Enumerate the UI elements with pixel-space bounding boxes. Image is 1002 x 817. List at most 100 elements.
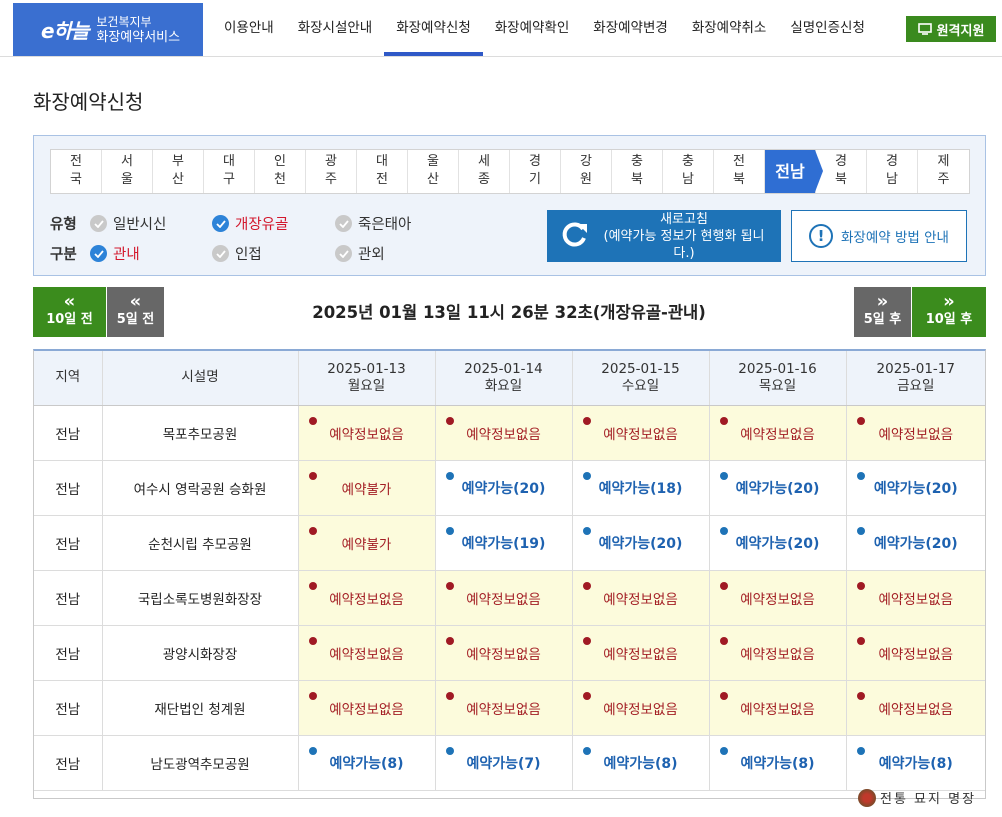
region-tab[interactable]: 제주	[918, 150, 969, 193]
region-tab[interactable]: 전국	[51, 150, 102, 193]
next-5-days-button[interactable]: » 5일 후	[854, 287, 911, 337]
region-tab[interactable]: 서울	[102, 150, 153, 193]
unavailable-slot-cell: 예약정보없음	[846, 405, 985, 461]
double-right-icon: »	[943, 291, 955, 312]
slot-status: 예약정보없음	[329, 426, 404, 443]
next-10-label: 10일 후	[925, 312, 973, 327]
table-row: 전남 여수시 영락공원 승화원 예약불가 예약가능(20) 예약가능(18) 예약가능(2…	[34, 460, 985, 516]
watermark-text: 전통 묘지 명장	[880, 792, 977, 807]
nav-item[interactable]: 화장예약취소	[680, 0, 779, 56]
status-dot-icon	[856, 471, 865, 480]
status-dot-icon	[856, 581, 865, 590]
col-date-header: 2025-01-17 금요일	[846, 351, 985, 406]
unavailable-slot-cell: 예약정보없음	[709, 680, 847, 736]
col-date-header: 2025-01-16 목요일	[709, 351, 847, 406]
slot-status: 예약정보없음	[878, 591, 954, 608]
next-10-days-button[interactable]: » 10일 후	[912, 287, 986, 337]
slot-status: 예약가능(20)	[598, 535, 683, 552]
region-tab[interactable]: 광주	[306, 150, 357, 193]
unavailable-slot-cell: 예약정보없음	[709, 625, 847, 681]
available-slot-cell[interactable]: 예약가능(8)	[298, 735, 436, 791]
status-dot-icon	[445, 526, 454, 535]
option-checkbox[interactable]: 인접	[212, 243, 313, 264]
available-slot-cell[interactable]: 예약가능(20)	[572, 515, 710, 571]
refresh-button[interactable]: 새로고침 (예약가능 정보가 현행화 됩니다.)	[547, 210, 781, 262]
status-dot-icon	[582, 526, 591, 535]
region-tab[interactable]: 인천	[255, 150, 306, 193]
nav-item[interactable]: 실명인증신청	[778, 0, 877, 56]
facility-cell: 여수시 영락공원 승화원	[102, 460, 299, 516]
slot-status: 예약가능(20)	[735, 480, 820, 497]
double-right-icon: »	[876, 291, 889, 312]
available-slot-cell[interactable]: 예약가능(18)	[572, 460, 710, 516]
option-checkbox[interactable]: 일반시신	[90, 213, 190, 234]
region-tab[interactable]: 강원	[561, 150, 612, 193]
unavailable-slot-cell: 예약정보없음	[298, 625, 436, 681]
status-dot-icon	[582, 746, 591, 755]
region-tab[interactable]: 울산	[408, 150, 459, 193]
remote-support-button[interactable]: 원격지원	[906, 16, 996, 42]
option-checkbox[interactable]: 죽은태아	[335, 213, 411, 234]
status-dot-icon	[308, 471, 317, 480]
nav-item[interactable]: 화장예약신청	[384, 0, 483, 56]
region-tab[interactable]: 전북	[714, 150, 765, 193]
option-checkbox[interactable]: 관내	[90, 243, 190, 264]
status-dot-icon	[445, 416, 454, 425]
prev-10-days-button[interactable]: « 10일 전	[33, 287, 106, 337]
region-tab[interactable]: 충남	[663, 150, 714, 193]
nav-item[interactable]: 이용안내	[212, 0, 286, 56]
slot-status: 예약정보없음	[878, 701, 954, 718]
region-tab[interactable]: 충북	[612, 150, 663, 193]
available-slot-cell[interactable]: 예약가능(20)	[846, 460, 985, 516]
region-tab[interactable]: 대구	[204, 150, 255, 193]
nav-item[interactable]: 화장예약변경	[581, 0, 680, 56]
watermark: 전통 묘지 명장	[858, 788, 976, 807]
region-cell: 전남	[34, 405, 103, 461]
slot-status: 예약가능(20)	[873, 480, 958, 497]
prev-5-days-button[interactable]: « 5일 전	[107, 287, 164, 337]
region-tab[interactable]: 세종	[459, 150, 510, 193]
unavailable-slot-cell: 예약정보없음	[298, 680, 436, 736]
reservation-table: 지역 시설명 2025-01-13 월요일 2025-01-14 화요일 2025-01…	[33, 349, 986, 799]
status-dot-icon	[445, 581, 454, 590]
status-dot-icon	[582, 471, 591, 480]
nav-item[interactable]: 화장시설안내	[286, 0, 385, 56]
available-slot-cell[interactable]: 예약가능(20)	[846, 515, 985, 571]
status-dot-icon	[308, 581, 317, 590]
facility-cell: 순천시립 추모공원	[102, 515, 299, 571]
site-logo[interactable]: e하늘 보건복지부 화장예약서비스	[13, 3, 203, 56]
region-tab[interactable]: 경기	[510, 150, 561, 193]
reservation-guide-button[interactable]: ! 화장예약 방법 안내	[791, 210, 967, 262]
option-checkbox[interactable]: 개장유골	[212, 213, 313, 234]
site-header: e하늘 보건복지부 화장예약서비스 이용안내 화장시설안내 화장예약신청 화장예약확인…	[0, 0, 1002, 57]
status-dot-icon	[308, 691, 317, 700]
unavailable-slot-cell: 예약정보없음	[572, 405, 710, 461]
nav-item[interactable]: 화장예약확인	[483, 0, 582, 56]
region-tab[interactable]: 전남	[765, 150, 823, 193]
check-icon	[90, 215, 107, 232]
region-tab[interactable]: 경북	[816, 150, 867, 193]
available-slot-cell[interactable]: 예약가능(20)	[435, 460, 573, 516]
status-dot-icon	[308, 636, 317, 645]
available-slot-cell[interactable]: 예약가능(7)	[435, 735, 573, 791]
region-tab[interactable]: 부산	[153, 150, 204, 193]
region-tab[interactable]: 대전	[357, 150, 408, 193]
unavailable-slot-cell: 예약정보없음	[846, 680, 985, 736]
option-checkbox[interactable]: 관외	[335, 243, 385, 264]
slot-status: 예약정보없음	[740, 591, 815, 608]
available-slot-cell[interactable]: 예약가능(19)	[435, 515, 573, 571]
available-slot-cell[interactable]: 예약가능(8)	[709, 735, 847, 791]
status-dot-icon	[582, 636, 591, 645]
available-slot-cell[interactable]: 예약가능(20)	[709, 515, 847, 571]
status-dot-icon	[719, 636, 728, 645]
available-slot-cell[interactable]: 예약가능(20)	[709, 460, 847, 516]
refresh-sublabel: (예약가능 정보가 현행화 됩니다.)	[603, 228, 765, 261]
date-label: 2025-01-16	[738, 360, 817, 377]
region-tab[interactable]: 경남	[867, 150, 918, 193]
table-row: 전남 재단법인 청계원 예약정보없음 예약정보없음 예약정보없음 예약정보없음 예약정보없음	[34, 680, 985, 736]
prev-5-label: 5일 전	[116, 312, 155, 327]
slot-status: 예약정보없음	[466, 701, 541, 718]
available-slot-cell[interactable]: 예약가능(8)	[846, 735, 985, 791]
available-slot-cell[interactable]: 예약가능(8)	[572, 735, 710, 791]
current-datetime: 2025년 01월 13일 11시 26분 32초(개장유골-관내)	[312, 303, 706, 322]
